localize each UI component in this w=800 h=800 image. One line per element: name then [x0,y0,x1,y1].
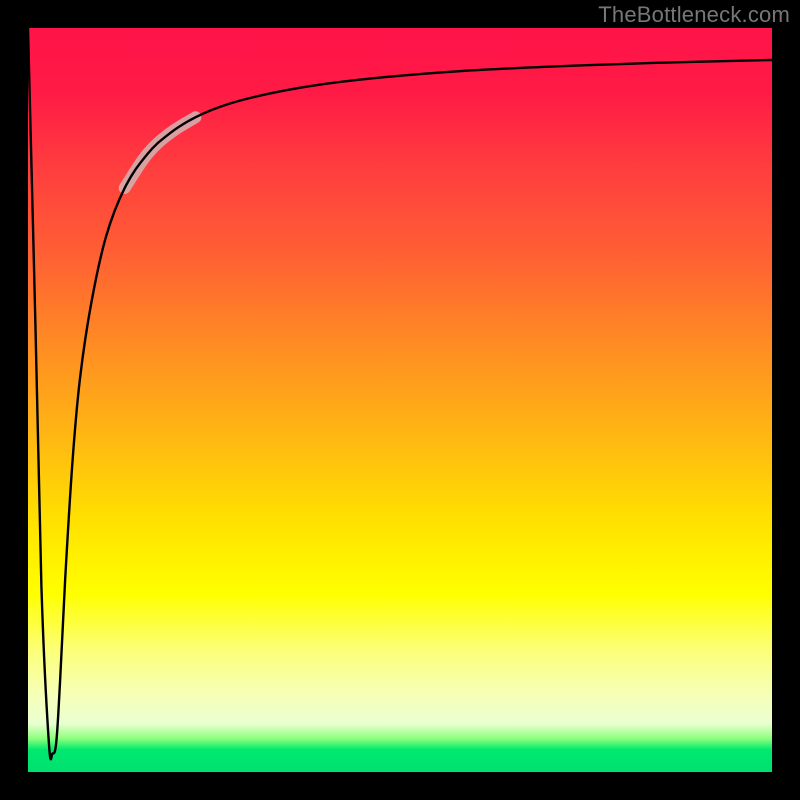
curve-svg [28,28,772,772]
plot-area [28,28,772,772]
chart-frame: TheBottleneck.com [0,0,800,800]
watermark-text: TheBottleneck.com [598,2,790,28]
curve-highlight [125,117,196,188]
bottleneck-curve [28,28,772,759]
